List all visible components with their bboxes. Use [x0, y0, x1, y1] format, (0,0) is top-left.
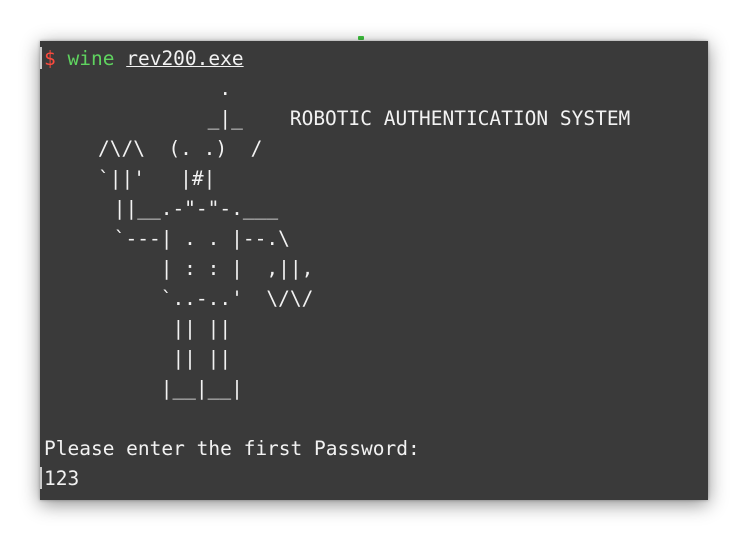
- ascii-art-line: ||__.-"-"-.___: [102, 197, 279, 220]
- ascii-art-line: |__|__|: [102, 377, 243, 400]
- ascii-art-line: /\/\ (. .) /: [98, 137, 263, 160]
- ascii-art-line: .: [102, 77, 232, 100]
- ascii-art-line: || ||: [102, 347, 232, 370]
- ascii-art-line: || ||: [102, 317, 232, 340]
- command-argument: rev200.exe: [126, 47, 244, 70]
- ascii-art-line: `..-..' \/\/: [102, 287, 314, 310]
- ascii-art-line: | : : | ,||,: [102, 257, 314, 280]
- ascii-art-line: _|_ ROBOTIC AUTHENTICATION SYSTEM: [102, 107, 631, 130]
- prompt-symbol: $: [44, 47, 56, 70]
- ascii-art-line: `---| . . |--.\: [102, 227, 290, 250]
- line-marker: [40, 47, 42, 69]
- ascii-art-line: `||' |#|: [98, 167, 216, 190]
- password-prompt: Please enter the first Password:: [44, 437, 420, 460]
- window-edge-marker: [358, 36, 364, 40]
- command-name: wine: [67, 47, 115, 70]
- line-marker: [40, 467, 42, 489]
- password-input[interactable]: 123: [44, 464, 79, 494]
- terminal-window[interactable]: $ wine rev200.exe . _|_ ROBOTIC AUTHENTI…: [40, 41, 708, 500]
- command-prompt-line: $ wine rev200.exe: [44, 44, 244, 74]
